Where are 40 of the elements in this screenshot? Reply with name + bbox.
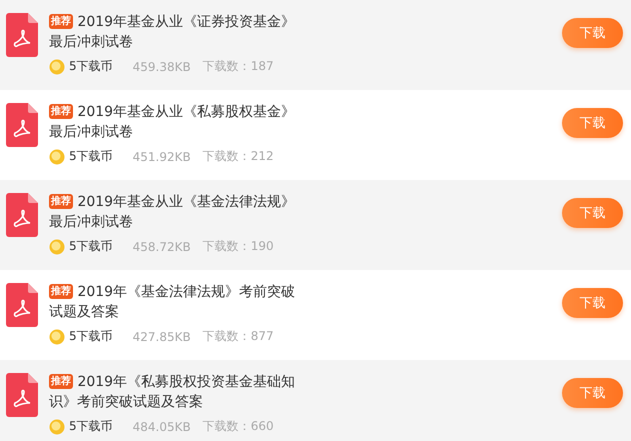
coin-icon <box>49 328 65 344</box>
file-title-line[interactable]: 2019年《基金法律法规》考前突破 <box>77 284 296 300</box>
pdf-file-icon <box>6 193 38 237</box>
download-cost: 5下载币 <box>69 148 113 165</box>
recommended-badge: 推荐 <box>49 284 73 299</box>
download-count: 下载数：187 <box>202 58 274 75</box>
download-cost: 5下载币 <box>69 238 113 255</box>
file-title-line[interactable]: 试题及答案 <box>49 304 119 320</box>
coin-icon <box>49 238 65 254</box>
file-title-line[interactable]: 2019年基金从业《基金法律法规》 <box>77 194 296 210</box>
file-size: 459.38KB <box>132 60 191 74</box>
coin-icon <box>49 58 65 74</box>
file-title-line[interactable]: 2019年基金从业《私募股权基金》 <box>77 104 296 120</box>
file-size: 458.72KB <box>132 240 191 254</box>
file-size: 484.05KB <box>132 420 191 434</box>
recommended-badge: 推荐 <box>49 374 73 389</box>
download-count: 下载数：190 <box>202 238 274 255</box>
recommended-badge: 推荐 <box>49 14 73 29</box>
pdf-file-icon <box>6 283 38 327</box>
download-count: 下载数：212 <box>202 148 274 165</box>
download-count: 下载数：877 <box>202 328 274 345</box>
file-title-line[interactable]: 2019年基金从业《证券投资基金》 <box>77 14 296 30</box>
download-cost: 5下载币 <box>69 58 113 75</box>
file-title-line[interactable]: 2019年《私募股权投资基金基础知 <box>77 374 296 390</box>
recommended-badge: 推荐 <box>49 104 73 119</box>
pdf-file-icon <box>6 373 38 417</box>
file-title-line[interactable]: 最后冲刺试卷 <box>49 34 133 50</box>
file-size: 427.85KB <box>132 330 191 344</box>
coin-icon <box>49 148 65 164</box>
file-size: 451.92KB <box>132 150 191 164</box>
file-title-line[interactable]: 最后冲刺试卷 <box>49 124 133 140</box>
file-title-line[interactable]: 最后冲刺试卷 <box>49 214 133 230</box>
pdf-file-icon <box>6 13 38 57</box>
download-cost: 5下载币 <box>69 418 113 435</box>
recommended-badge: 推荐 <box>49 194 73 209</box>
pdf-file-icon <box>6 103 38 147</box>
download-cost: 5下载币 <box>69 328 113 345</box>
coin-icon <box>49 418 65 434</box>
file-title-line[interactable]: 识》考前突破试题及答案 <box>49 394 203 410</box>
download-count: 下载数：660 <box>202 418 274 435</box>
